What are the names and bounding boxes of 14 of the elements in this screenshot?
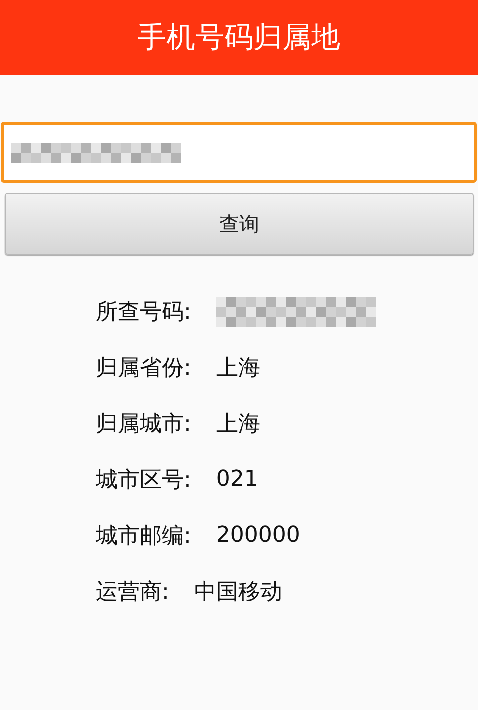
query-button[interactable]: 查询	[5, 193, 474, 255]
phone-input-field[interactable]	[1, 122, 477, 183]
result-label: 城市邮编:	[96, 522, 192, 550]
result-value: 上海	[216, 354, 260, 382]
result-label: 所查号码:	[96, 298, 192, 326]
result-value: 021	[216, 467, 258, 492]
result-label: 归属城市:	[96, 410, 192, 438]
result-label: 城市区号:	[96, 466, 192, 494]
result-value: 上海	[216, 410, 260, 438]
result-label: 运营商:	[96, 578, 170, 606]
result-label: 归属省份:	[96, 354, 192, 382]
result-value: 中国移动	[194, 578, 282, 606]
result-value: 200000	[216, 523, 300, 548]
app-title: 手机号码归属地	[138, 18, 340, 56]
